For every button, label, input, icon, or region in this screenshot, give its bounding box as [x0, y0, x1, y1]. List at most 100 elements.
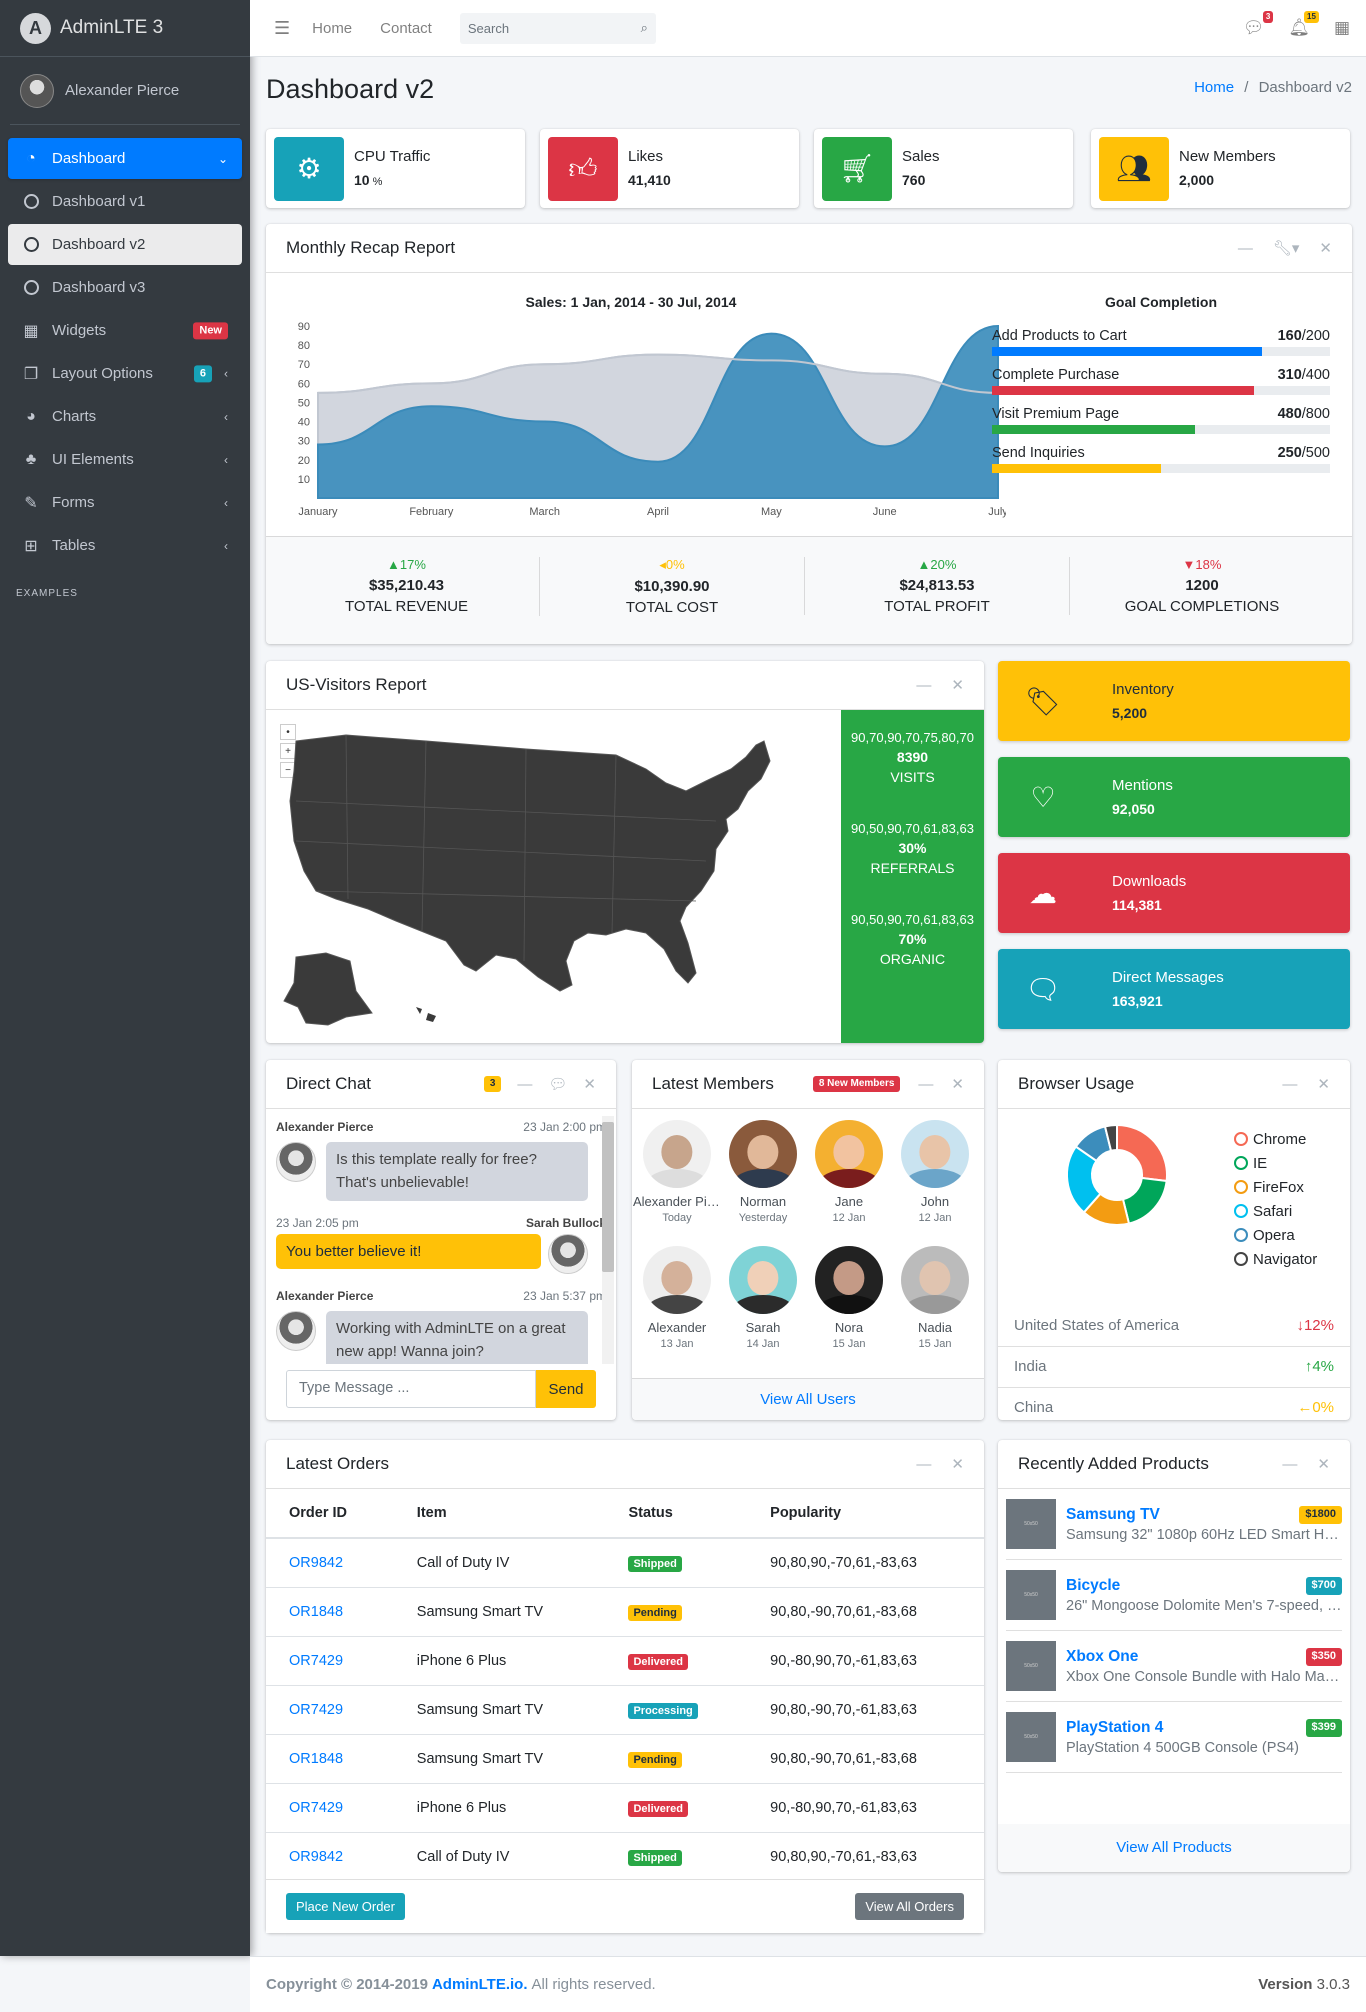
search-icon[interactable]: ⌕: [641, 20, 648, 36]
country-row[interactable]: India ↑4%: [998, 1346, 1350, 1386]
sidebar-item-dashboard-v3[interactable]: Dashboard v3: [8, 267, 242, 308]
close-icon[interactable]: ✕: [951, 1455, 964, 1473]
footer-brand-link[interactable]: AdminLTE.io.: [432, 1976, 528, 1993]
member-date: Yesterday: [738, 1212, 788, 1224]
sidebar-item-dashboard-v2[interactable]: Dashboard v2: [8, 224, 242, 265]
member-name[interactable]: Nadia: [891, 1320, 979, 1335]
user-panel[interactable]: Alexander Pierce: [10, 57, 240, 125]
place-new-order-button[interactable]: Place New Order: [286, 1893, 405, 1920]
minus-icon[interactable]: —: [1238, 240, 1253, 257]
member-name[interactable]: Alexander Pierce: [633, 1194, 721, 1209]
order-id-link[interactable]: OR7429: [289, 1800, 343, 1816]
bell-icon[interactable]: 🔔︎ 15: [1288, 11, 1319, 38]
table-row: OR7429 Samsung Smart TV Processing 90,80,-9…: [266, 1684, 984, 1734]
member-avatar[interactable]: [901, 1120, 969, 1188]
minus-icon[interactable]: —: [916, 677, 931, 694]
member-name[interactable]: Sarah: [719, 1320, 807, 1335]
member-item[interactable]: Norman Yesterday: [719, 1120, 807, 1224]
breadcrumb-home[interactable]: Home: [1194, 79, 1234, 96]
sidebar-item-dashboard[interactable]: ◔ Dashboard ⌄: [8, 138, 242, 179]
sidebar-item-tables[interactable]: ⊞ Tables ‹: [8, 525, 242, 566]
member-item[interactable]: Sarah 14 Jan: [719, 1246, 807, 1350]
users-icon: 👥︎: [1099, 136, 1169, 201]
progress-fill: [992, 386, 1254, 395]
sidebar-item-charts[interactable]: ◕ Charts ‹: [8, 396, 242, 437]
order-id-link[interactable]: OR7429: [289, 1653, 343, 1669]
country-row[interactable]: China ←0%: [998, 1387, 1350, 1427]
order-id-link[interactable]: OR7429: [289, 1702, 343, 1718]
search-input[interactable]: Search: [468, 21, 509, 36]
comments-icon[interactable]: 💬︎: [548, 1075, 567, 1093]
minus-icon[interactable]: —: [918, 1076, 933, 1093]
chat-send-button[interactable]: Send: [536, 1370, 596, 1408]
sidebar-item-layout-options[interactable]: ❐ Layout Options 6 ‹: [8, 353, 242, 394]
hamburger-menu-icon[interactable]: ☰: [274, 18, 290, 39]
sidebar-item-label: Dashboard v1: [52, 193, 146, 210]
member-item[interactable]: John 12 Jan: [891, 1120, 979, 1224]
close-icon[interactable]: ✕: [951, 676, 964, 694]
minus-icon[interactable]: —: [517, 1076, 532, 1093]
control-sidebar-icon[interactable]: ▦: [1334, 18, 1350, 38]
member-item[interactable]: Nora 15 Jan: [805, 1246, 893, 1350]
member-avatar[interactable]: [729, 1246, 797, 1314]
sparkline-referrals: 90,50,90,70,61,83,63: [851, 821, 974, 836]
order-id-link[interactable]: OR9842: [289, 1555, 343, 1571]
nav-link-contact[interactable]: Contact: [380, 20, 432, 37]
goal-done: 250: [1277, 445, 1302, 461]
sidebar-item-widgets[interactable]: ▦ Widgets New: [8, 310, 242, 351]
close-icon[interactable]: ✕: [1317, 1455, 1330, 1473]
close-icon[interactable]: ✕: [1319, 239, 1332, 257]
view-all-users-link[interactable]: View All Users: [760, 1391, 856, 1408]
close-icon[interactable]: ✕: [1317, 1075, 1330, 1093]
minus-icon[interactable]: —: [916, 1456, 931, 1473]
info-box-number: 114,381: [1112, 896, 1162, 913]
product-title-link[interactable]: Bicycle: [1066, 1577, 1120, 1595]
view-all-products-link[interactable]: View All Products: [1116, 1839, 1232, 1856]
member-name[interactable]: Nora: [805, 1320, 893, 1335]
close-icon[interactable]: ✕: [951, 1075, 964, 1093]
navbar-search[interactable]: Search ⌕: [459, 12, 656, 44]
sidebar-item-dashboard-v1[interactable]: Dashboard v1: [8, 181, 242, 222]
order-id-link[interactable]: OR1848: [289, 1604, 343, 1620]
sidebar-item-ui-elements[interactable]: ♣ UI Elements ‹: [8, 439, 242, 480]
brand-link[interactable]: A AdminLTE 3: [0, 0, 250, 57]
product-title-link[interactable]: PlayStation 4: [1066, 1719, 1163, 1737]
member-avatar[interactable]: [643, 1120, 711, 1188]
progress-bar: [992, 464, 1330, 473]
stat-label: ORGANIC: [879, 951, 946, 967]
view-all-orders-button[interactable]: View All Orders: [855, 1893, 964, 1920]
member-item[interactable]: Alexander 13 Jan: [633, 1246, 721, 1350]
member-name[interactable]: Jane: [805, 1194, 893, 1209]
member-name[interactable]: Norman: [719, 1194, 807, 1209]
order-id-link[interactable]: OR9842: [289, 1849, 343, 1865]
member-name[interactable]: John: [891, 1194, 979, 1209]
product-title-link[interactable]: Xbox One: [1066, 1648, 1138, 1666]
country-change: ↑4%: [1305, 1358, 1334, 1375]
goal-value: 160/200: [1278, 328, 1330, 344]
country-row[interactable]: United States of America ↓12%: [998, 1305, 1350, 1345]
nav-link-home[interactable]: Home: [312, 20, 352, 37]
user-name[interactable]: Alexander Pierce: [65, 82, 179, 99]
member-avatar[interactable]: [815, 1246, 883, 1314]
price-badge: $350: [1305, 1647, 1342, 1666]
wrench-icon[interactable]: 🔧︎▾: [1273, 239, 1300, 257]
member-avatar[interactable]: [643, 1246, 711, 1314]
member-item[interactable]: Nadia 15 Jan: [891, 1246, 979, 1350]
member-avatar[interactable]: [901, 1246, 969, 1314]
messages-icon[interactable]: 💬︎ 3: [1243, 11, 1274, 38]
member-item[interactable]: Alexander Pierce Today: [633, 1120, 721, 1224]
chat-messages[interactable]: Alexander Pierce 23 Jan 2:00 pm Is this t…: [266, 1116, 616, 1364]
order-id-link[interactable]: OR1848: [289, 1751, 343, 1767]
chat-scrollbar[interactable]: [602, 1116, 614, 1364]
minus-icon[interactable]: —: [1282, 1076, 1297, 1093]
sidebar-item-forms[interactable]: ✎ Forms ‹: [8, 482, 242, 523]
chat-message-input[interactable]: Type Message ...: [286, 1370, 536, 1408]
member-avatar[interactable]: [729, 1120, 797, 1188]
member-item[interactable]: Jane 12 Jan: [805, 1120, 893, 1224]
member-name[interactable]: Alexander: [633, 1320, 721, 1335]
product-title-link[interactable]: Samsung TV: [1066, 1506, 1160, 1524]
minus-icon[interactable]: —: [1282, 1456, 1297, 1473]
member-avatar[interactable]: [815, 1120, 883, 1188]
close-icon[interactable]: ✕: [583, 1075, 596, 1093]
us-map[interactable]: [276, 721, 796, 1031]
